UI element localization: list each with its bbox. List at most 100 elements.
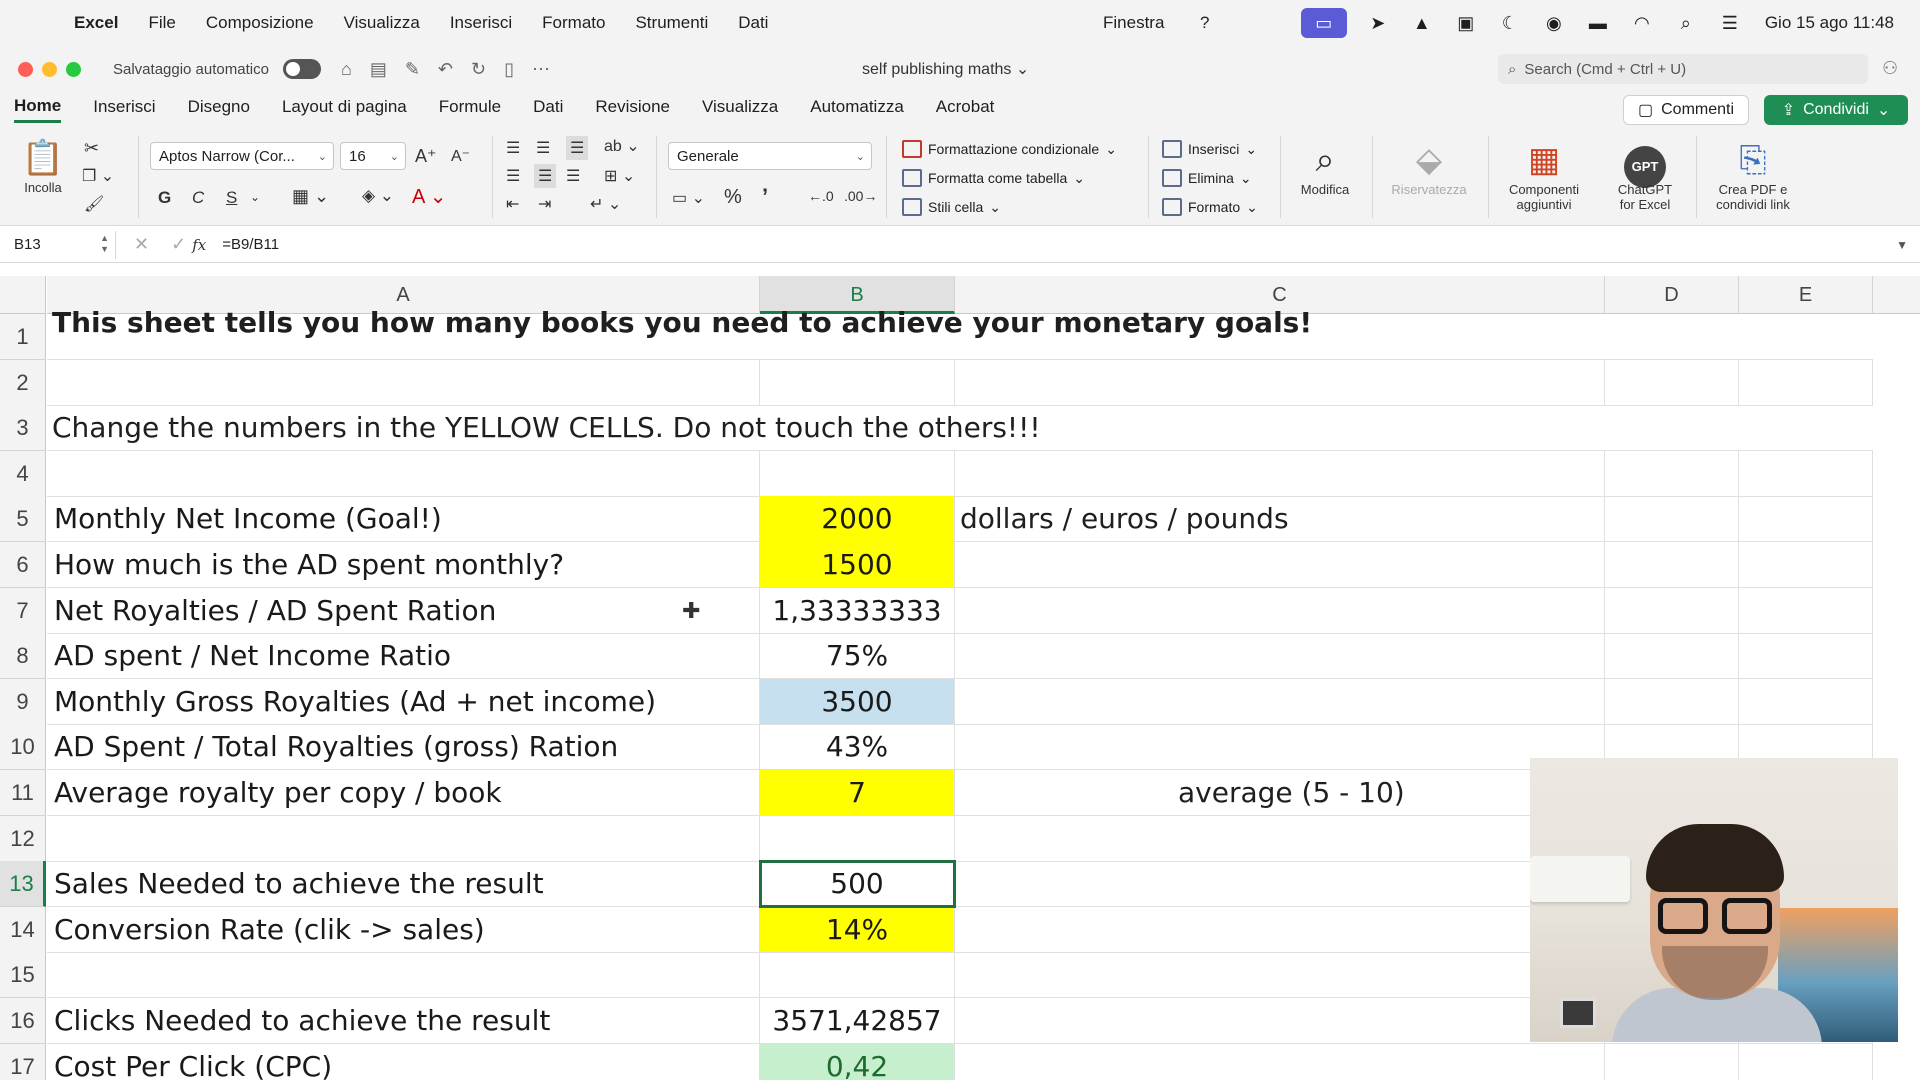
name-box-stepper-icon[interactable]: ▲ ▼: [100, 233, 109, 255]
row-header-11[interactable]: 11: [0, 770, 46, 816]
cell-b4[interactable]: [760, 451, 955, 497]
formula-input[interactable]: =B9/B11: [222, 236, 279, 253]
row-header-10[interactable]: 10: [0, 724, 46, 770]
control-center-icon[interactable]: ☰: [1717, 11, 1743, 35]
align-middle-icon[interactable]: ☰: [536, 138, 550, 158]
percent-style-button[interactable]: %: [724, 186, 742, 209]
comma-style-button[interactable]: ’: [762, 184, 768, 210]
cell-e6[interactable]: [1739, 542, 1873, 588]
close-window-button[interactable]: [18, 61, 33, 77]
cell-c16[interactable]: [955, 998, 1605, 1044]
privacy-button[interactable]: ⬙ Riservatezza: [1382, 138, 1476, 197]
cell-a2[interactable]: [47, 360, 760, 406]
cell-a11[interactable]: Average royalty per copy / book: [47, 770, 760, 816]
cell-d8[interactable]: [1605, 633, 1739, 679]
row-header-7[interactable]: 7: [0, 588, 46, 634]
cell-c3[interactable]: [955, 405, 1605, 451]
drive-icon[interactable]: ▲: [1409, 11, 1435, 35]
cell-b14[interactable]: 14%: [760, 907, 955, 953]
delete-cells-button[interactable]: Elimina ⌄: [1162, 169, 1252, 187]
chatgpt-button[interactable]: GPT ChatGPT for Excel: [1600, 138, 1690, 212]
save-icon[interactable]: ▤: [370, 59, 387, 80]
row-header-15[interactable]: 15: [0, 952, 46, 998]
cell-b10[interactable]: 43%: [760, 724, 955, 770]
cell-d3[interactable]: [1605, 405, 1739, 451]
cell-d4[interactable]: [1605, 451, 1739, 497]
cell-a6[interactable]: How much is the AD spent monthly?: [47, 542, 760, 588]
comments-button[interactable]: ▢ Commenti: [1623, 95, 1750, 125]
cell-b11[interactable]: 7: [760, 770, 955, 816]
menu-tools[interactable]: Strumenti: [635, 13, 708, 33]
tab-automate[interactable]: Automatizza: [810, 97, 904, 121]
cell-c17[interactable]: [955, 1044, 1605, 1080]
search-input[interactable]: ⌕ Search (Cmd + Ctrl + U): [1498, 54, 1868, 84]
increase-decimal-icon[interactable]: ←.0: [808, 188, 834, 204]
borders-icon[interactable]: ▦ ⌄: [292, 186, 329, 207]
zoom-window-button[interactable]: [66, 61, 81, 77]
align-right-icon[interactable]: ☰: [566, 166, 580, 186]
column-header-next[interactable]: [1873, 276, 1920, 314]
tab-data[interactable]: Dati: [533, 97, 563, 121]
undo-icon[interactable]: ↶: [438, 59, 453, 80]
font-name-select[interactable]: Aptos Narrow (Cor... ⌄: [150, 142, 334, 170]
row-header-17[interactable]: 17: [0, 1044, 46, 1080]
tab-view[interactable]: Visualizza: [702, 97, 778, 121]
screen-share-icon[interactable]: ▭: [1300, 8, 1347, 38]
cell-styles-button[interactable]: Stili cella ⌄: [902, 198, 1001, 216]
collaboration-icon[interactable]: ⚇: [1882, 58, 1898, 79]
cell-b9[interactable]: 3500: [760, 679, 955, 725]
create-pdf-button[interactable]: ⎘ Crea PDF e condividi link: [1706, 138, 1800, 212]
cell-c14[interactable]: [955, 907, 1605, 953]
tab-home[interactable]: Home: [14, 96, 62, 123]
row-header-5[interactable]: 5: [0, 496, 46, 542]
cell-a15[interactable]: [47, 952, 760, 998]
tab-draw[interactable]: Disegno: [188, 97, 250, 121]
tab-page-layout[interactable]: Layout di pagina: [282, 97, 407, 121]
tab-insert[interactable]: Inserisci: [93, 97, 155, 121]
cell-c2[interactable]: [955, 360, 1605, 406]
menubar-clock[interactable]: Gio 15 ago 11:48: [1765, 13, 1894, 33]
cell-a17[interactable]: Cost Per Click (CPC): [47, 1044, 760, 1080]
increase-indent-icon[interactable]: ⇥: [538, 194, 551, 214]
cell-d2[interactable]: [1605, 360, 1739, 406]
column-header-d[interactable]: D: [1605, 276, 1739, 314]
row-header-13[interactable]: 13: [0, 861, 46, 907]
cancel-formula-icon[interactable]: ✕: [134, 234, 149, 255]
cell-e8[interactable]: [1739, 633, 1873, 679]
cell-a12[interactable]: [47, 816, 760, 862]
cell-d7[interactable]: [1605, 588, 1739, 634]
underline-button[interactable]: S: [226, 188, 237, 208]
currency-format-icon[interactable]: ▭ ⌄: [672, 188, 705, 208]
navigation-icon[interactable]: ➤: [1365, 11, 1391, 35]
row-header-14[interactable]: 14: [0, 907, 46, 953]
row-header-12[interactable]: 12: [0, 816, 46, 862]
cell-c9[interactable]: [955, 679, 1605, 725]
cell-a16[interactable]: Clicks Needed to achieve the result: [47, 998, 760, 1044]
addins-button[interactable]: ▦ Componenti aggiuntivi: [1498, 138, 1590, 212]
cell-b12[interactable]: [760, 816, 955, 862]
more-icon[interactable]: ⋯: [532, 59, 550, 80]
copy-icon[interactable]: ❐ ⌄: [82, 166, 114, 186]
cell-b8[interactable]: 75%: [760, 633, 955, 679]
name-box[interactable]: B13 ▲ ▼: [4, 230, 116, 259]
insert-cells-button[interactable]: Inserisci ⌄: [1162, 140, 1257, 158]
cell-a10[interactable]: AD Spent / Total Royalties (gross) Ratio…: [47, 724, 760, 770]
cut-icon[interactable]: ✂: [84, 138, 99, 159]
cell-d1[interactable]: [1605, 314, 1739, 360]
cell-b15[interactable]: [760, 952, 955, 998]
row-header-3[interactable]: 3: [0, 405, 46, 451]
decrease-font-size-icon[interactable]: A⁻: [451, 146, 470, 166]
cell-d5[interactable]: [1605, 496, 1739, 542]
row-header-1[interactable]: 1: [0, 314, 46, 360]
home-icon[interactable]: ⌂: [341, 59, 352, 80]
cell-c13[interactable]: [955, 861, 1605, 907]
menu-file[interactable]: File: [148, 13, 175, 33]
confirm-formula-icon[interactable]: ✓: [171, 234, 186, 255]
autosave-toggle[interactable]: [282, 59, 321, 79]
cell-b17[interactable]: 0,42: [760, 1044, 955, 1080]
align-center-icon[interactable]: ☰: [534, 164, 557, 188]
focus-moon-icon[interactable]: ☾: [1497, 11, 1523, 35]
user-icon[interactable]: ◉: [1541, 11, 1567, 35]
decrease-decimal-icon[interactable]: .00→: [844, 188, 877, 204]
cell-a13[interactable]: Sales Needed to achieve the result: [47, 861, 760, 907]
